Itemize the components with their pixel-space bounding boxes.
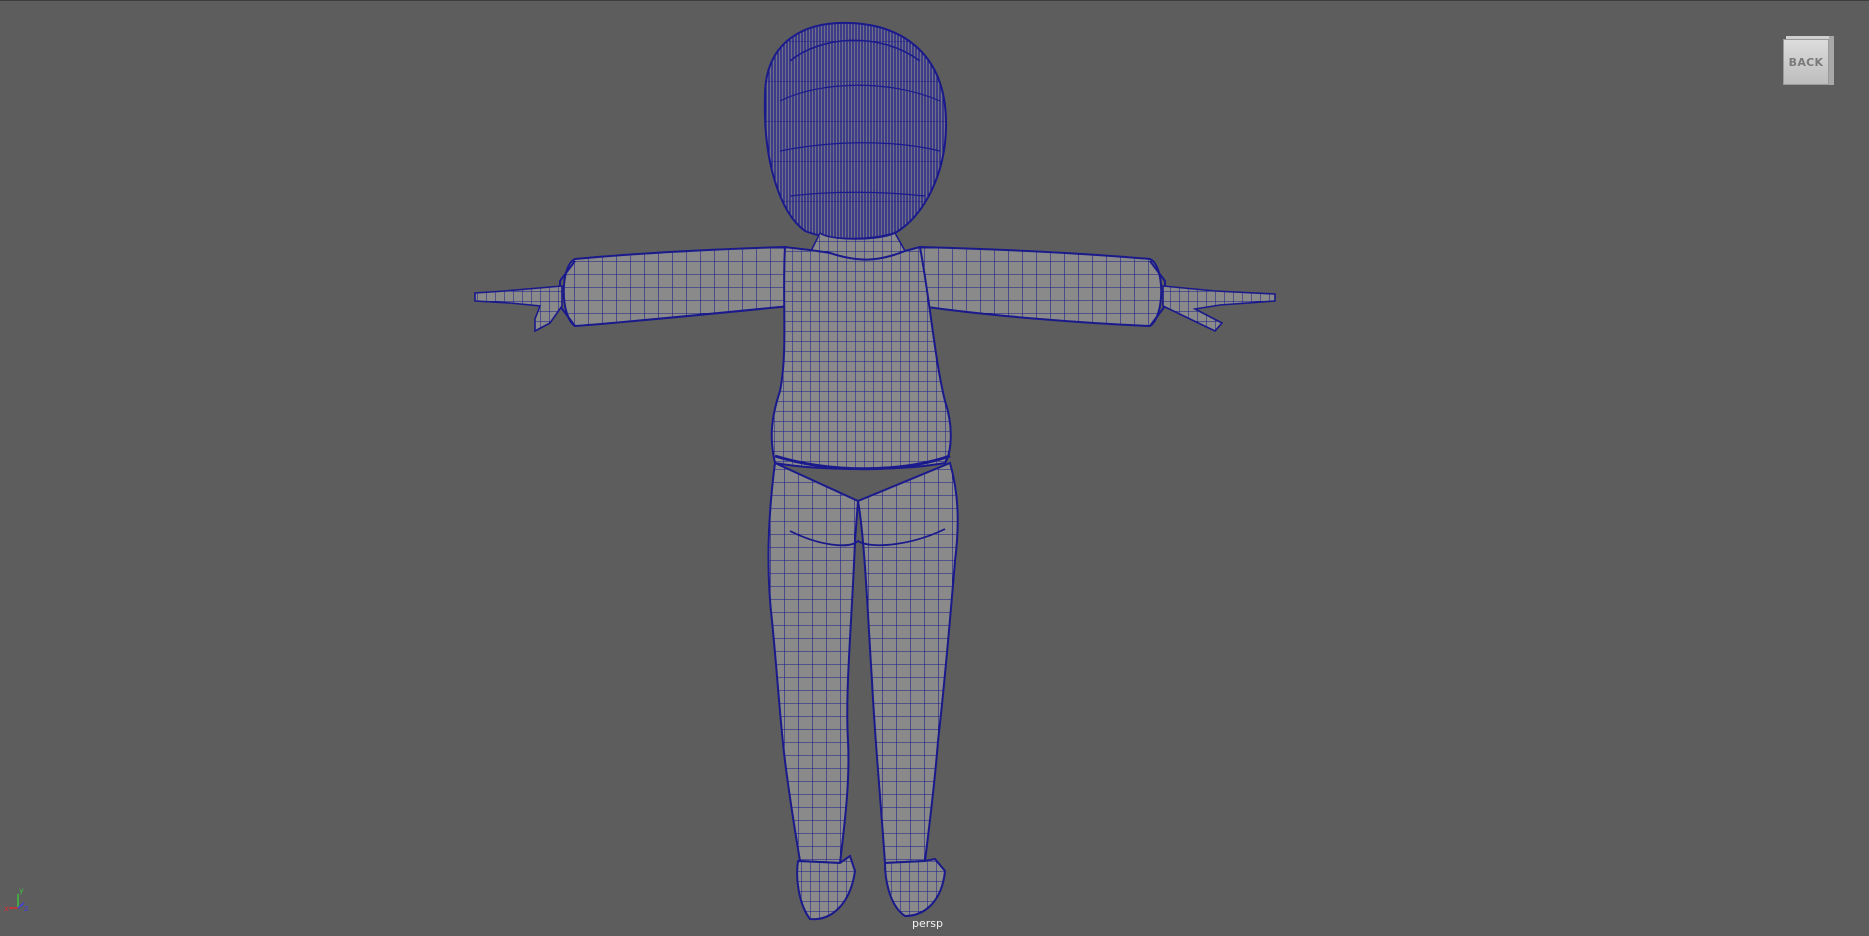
character-wireframe-model[interactable]	[0, 1, 1869, 936]
left-arm	[474, 245, 792, 333]
viewcube[interactable]: BACK	[1783, 36, 1834, 85]
axis-gizmo-icon: y x z	[4, 886, 28, 913]
axis-label-x: x	[4, 904, 9, 913]
camera-label: persp	[912, 917, 943, 930]
legs	[767, 461, 959, 921]
axis-label-y: y	[19, 886, 24, 895]
3d-viewport[interactable]: BACK y x z persp	[0, 0, 1869, 936]
axis-label-z: z	[24, 904, 28, 913]
head-hair	[763, 21, 948, 240]
right-arm	[919, 245, 1276, 332]
viewcube-back-face[interactable]: BACK	[1783, 39, 1829, 85]
torso	[770, 245, 952, 471]
